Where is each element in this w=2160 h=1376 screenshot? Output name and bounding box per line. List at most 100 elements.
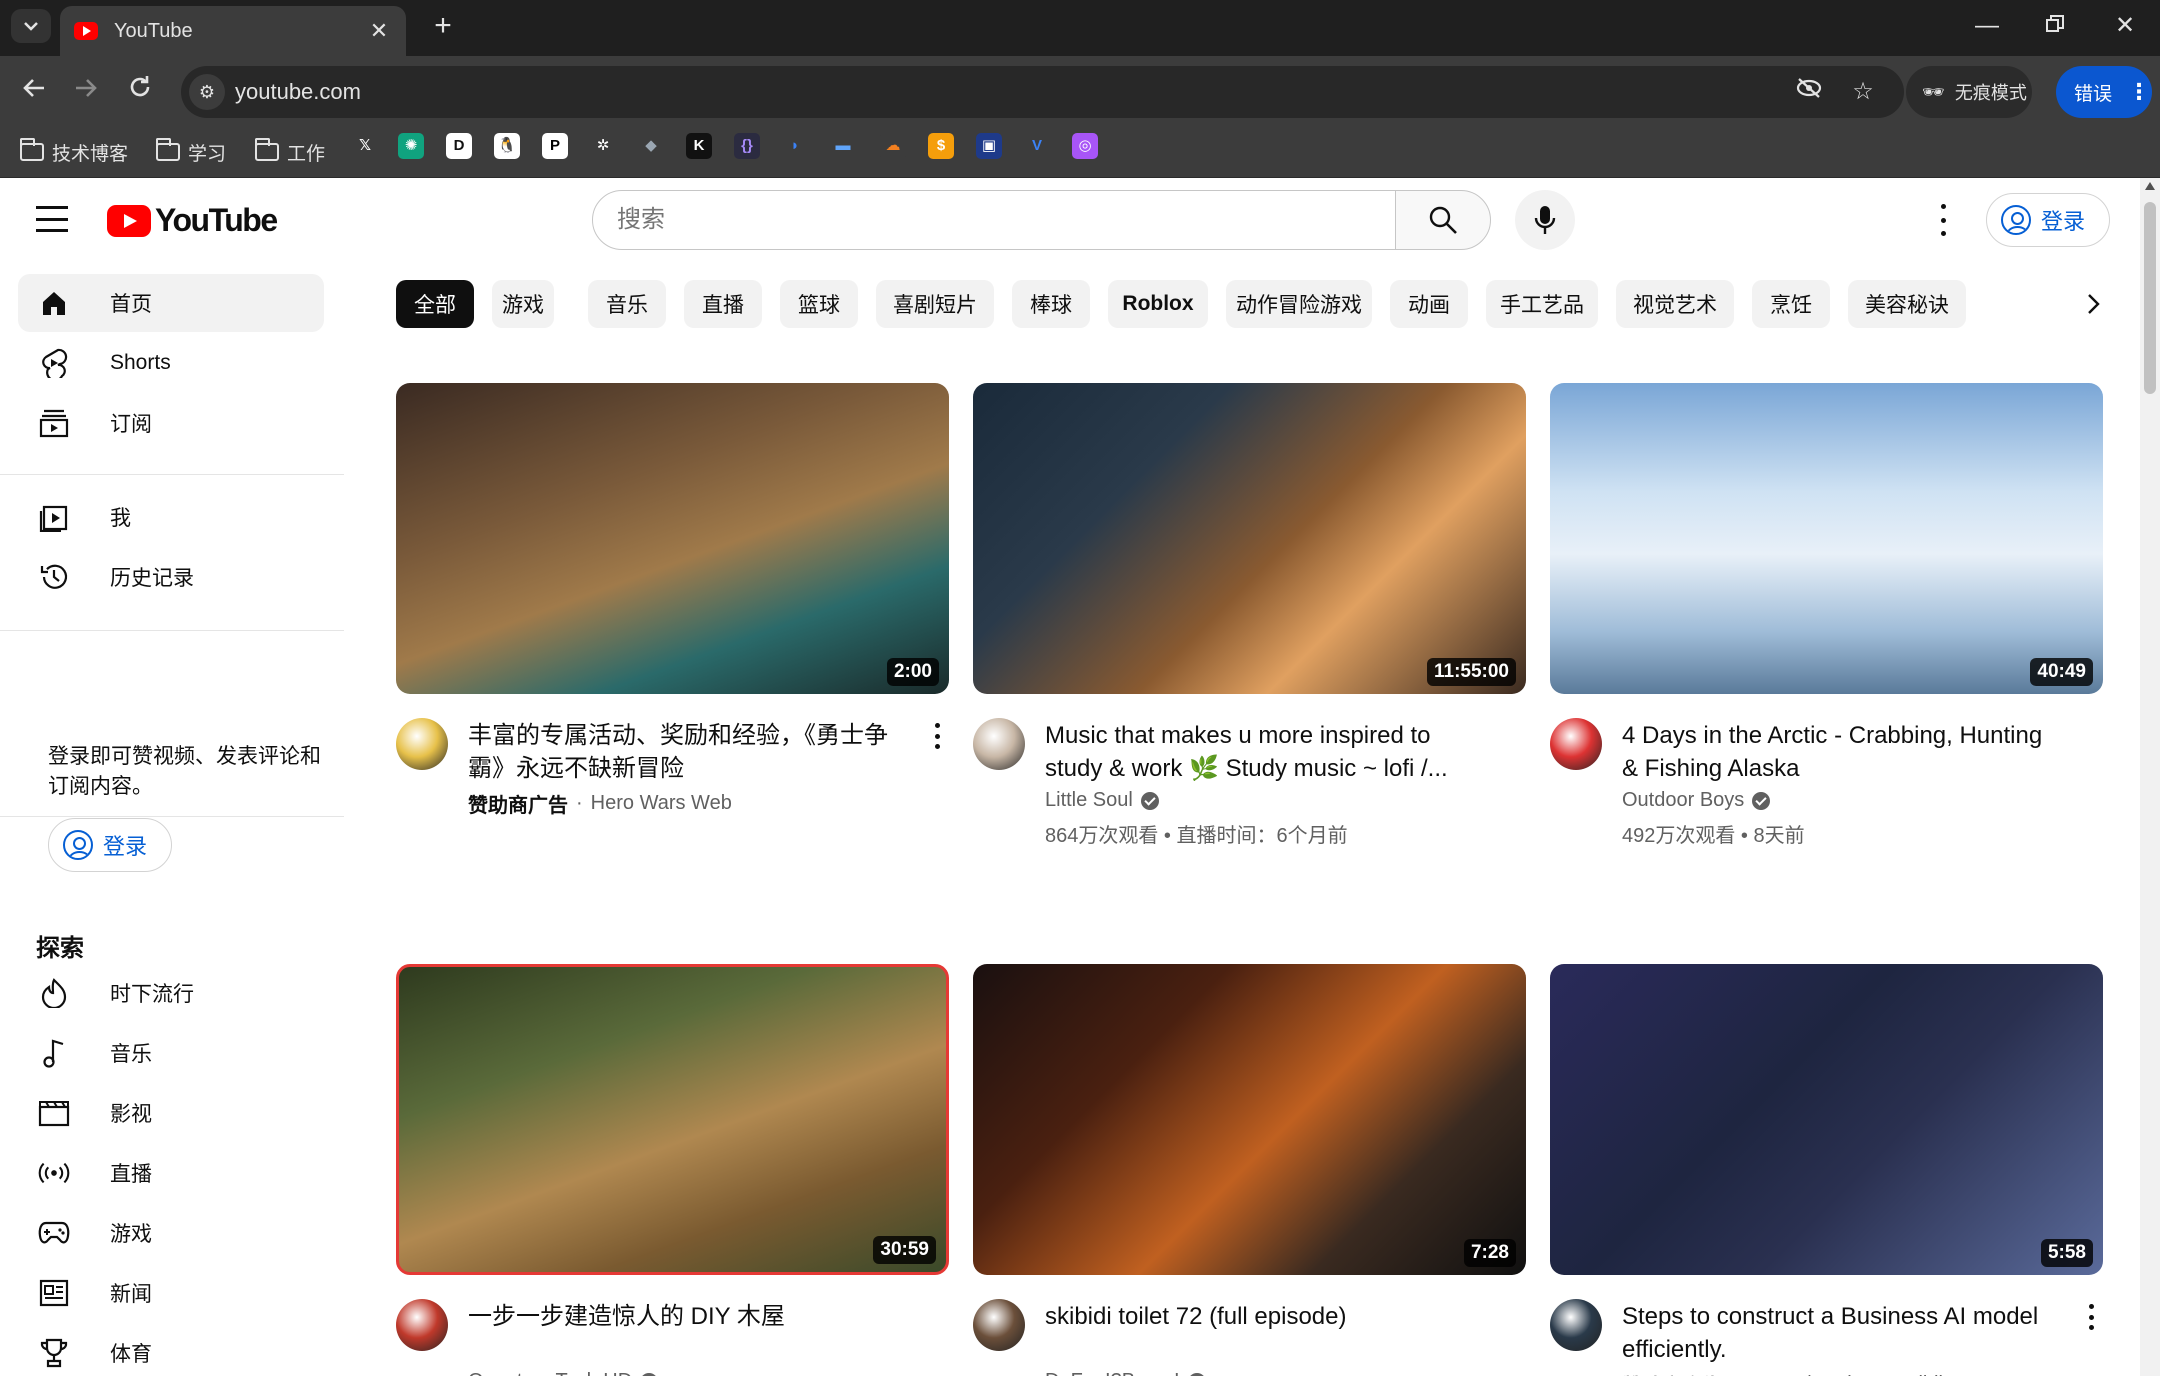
minimize-button[interactable]: — <box>1962 8 2012 44</box>
reload-button[interactable] <box>120 70 160 110</box>
channel-avatar[interactable] <box>973 718 1025 770</box>
video-title[interactable]: Steps to construct a Business AI model e… <box>1622 1300 2062 1366</box>
channel-avatar[interactable] <box>1550 718 1602 770</box>
channel-name[interactable]: Hero Wars Web <box>591 792 732 815</box>
d-blue-icon[interactable]: ◗ <box>782 133 808 159</box>
chips-next-button[interactable] <box>2072 282 2116 326</box>
chip[interactable]: Roblox <box>1108 280 1208 328</box>
video-thumbnail[interactable]: 5:58 <box>1550 964 2103 1275</box>
x-icon[interactable]: 𝕏 <box>352 133 378 159</box>
chip[interactable]: 喜剧短片 <box>876 280 994 328</box>
restore-button[interactable] <box>2030 8 2080 44</box>
p-icon[interactable]: P <box>542 133 568 159</box>
channel-name[interactable]: Outdoor Boys <box>1622 789 1744 812</box>
new-tab-button[interactable]: + <box>426 10 460 42</box>
sidebar-item-gaming[interactable]: 游戏 <box>18 1204 324 1262</box>
sun-icon[interactable]: ✲ <box>590 133 616 159</box>
search-button[interactable] <box>1395 190 1491 250</box>
video-thumbnail[interactable]: 7:28 <box>973 964 1526 1275</box>
star-icon[interactable]: ☆ <box>1847 76 1879 108</box>
search-input[interactable] <box>592 190 1396 250</box>
signin-button[interactable]: 登录 <box>1986 193 2110 247</box>
sidebar-item-trending[interactable]: 时下流行 <box>18 964 324 1022</box>
sidebar-item-shorts[interactable]: Shorts <box>18 334 324 392</box>
scroll-up-icon[interactable] <box>2145 182 2155 190</box>
eye-off-icon[interactable] <box>1793 76 1825 108</box>
youtube-logo[interactable]: YouTube <box>107 202 278 239</box>
sidebar-item-movies[interactable]: 影视 <box>18 1084 324 1142</box>
more-vert-icon[interactable] <box>2083 1304 2099 1330</box>
coin-icon[interactable]: $ <box>928 133 954 159</box>
video-thumbnail[interactable]: 30:59 <box>396 964 949 1275</box>
browser-tab[interactable]: YouTube ✕ <box>60 6 406 56</box>
cube-icon[interactable]: ◆ <box>638 133 664 159</box>
back-button[interactable] <box>14 70 54 110</box>
site-info-icon[interactable]: ⚙ <box>189 74 225 110</box>
more-vert-icon[interactable] <box>929 723 945 749</box>
voice-search-button[interactable] <box>1515 190 1575 250</box>
scroll-thumb[interactable] <box>2144 202 2156 394</box>
purple-circle-icon[interactable]: ◎ <box>1072 133 1098 159</box>
video-title[interactable]: skibidi toilet 72 (full episode) <box>1045 1300 1485 1333</box>
chip[interactable]: 烹饪 <box>1752 280 1830 328</box>
incognito-badge[interactable]: 🕶 无痕模式 <box>1906 66 2032 118</box>
chip[interactable]: 音乐 <box>588 280 666 328</box>
video-thumbnail[interactable]: 2:00 <box>396 383 949 694</box>
doc-icon[interactable]: ▣ <box>976 133 1002 159</box>
bookmark-folder-work[interactable]: 工作 <box>255 136 325 168</box>
linux-icon[interactable]: 🐧 <box>494 133 520 159</box>
tab-search-button[interactable] <box>11 9 51 43</box>
video-title[interactable]: 丰富的专属活动、奖励和经验，《勇士争霸》永远不缺新冒险 <box>468 719 908 785</box>
sidebar-signin-button[interactable]: 登录 <box>48 818 172 872</box>
channel-avatar[interactable] <box>1550 1299 1602 1351</box>
video-title[interactable]: Music that makes u more inspired to stud… <box>1045 719 1485 785</box>
sidebar-item-subscriptions[interactable]: 订阅 <box>18 394 324 452</box>
channel-name[interactable]: Little Soul <box>1045 789 1133 812</box>
close-window-button[interactable]: ✕ <box>2100 8 2150 44</box>
channel-avatar[interactable] <box>396 1299 448 1351</box>
chip[interactable]: 直播 <box>684 280 762 328</box>
video-thumbnail[interactable]: 11:55:00 <box>973 383 1526 694</box>
sidebar-item-you[interactable]: 我 <box>18 488 324 546</box>
sidebar-item-history[interactable]: 历史记录 <box>18 548 324 606</box>
chip[interactable]: 全部 <box>396 280 474 328</box>
chip[interactable]: 动画 <box>1390 280 1468 328</box>
d-icon[interactable]: D <box>446 133 472 159</box>
chip[interactable]: 美容秘诀 <box>1848 280 1966 328</box>
cloudflare-icon[interactable]: ☁ <box>880 133 906 159</box>
v-icon[interactable]: V <box>1024 133 1050 159</box>
channel-name[interactable]: DaFuq!?Boom! <box>1045 1370 1180 1376</box>
sidebar-item-news[interactable]: 新闻 <box>18 1264 324 1322</box>
sidebar-item-sports[interactable]: 体育 <box>18 1324 324 1376</box>
settings-menu-icon[interactable] <box>1931 204 1955 236</box>
chip[interactable]: 游戏 <box>492 280 554 328</box>
close-tab-icon[interactable]: ✕ <box>366 18 392 44</box>
page-scrollbar[interactable] <box>2140 178 2160 1376</box>
chip[interactable]: 视觉艺术 <box>1616 280 1734 328</box>
address-bar[interactable]: ⚙ youtube.com ☆ <box>181 66 1904 118</box>
k-icon[interactable]: K <box>686 133 712 159</box>
openai-icon[interactable]: ✺ <box>398 133 424 159</box>
channel-name[interactable]: Quantum Tech HD <box>468 1370 632 1376</box>
bookmark-folder-study[interactable]: 学习 <box>156 136 226 168</box>
chip[interactable]: 篮球 <box>780 280 858 328</box>
code-icon[interactable]: {} <box>734 133 760 159</box>
video-thumbnail[interactable]: 40:49 <box>1550 383 2103 694</box>
video-title[interactable]: 4 Days in the Arctic - Crabbing, Hunting… <box>1622 719 2062 785</box>
chip[interactable]: 棒球 <box>1012 280 1090 328</box>
forward-button[interactable] <box>66 70 106 110</box>
chip[interactable]: 手工艺品 <box>1486 280 1598 328</box>
chip[interactable]: 动作冒险游戏 <box>1226 280 1372 328</box>
sidebar-divider <box>0 630 344 631</box>
ruler-icon[interactable]: ▬ <box>830 133 856 159</box>
channel-avatar[interactable] <box>396 718 448 770</box>
sidebar-item-home[interactable]: 首页 <box>18 274 324 332</box>
menu-icon[interactable] <box>36 206 68 232</box>
bookmark-folder-tech-blog[interactable]: 技术博客 <box>20 136 128 168</box>
sidebar-item-live[interactable]: 直播 <box>18 1144 324 1202</box>
channel-avatar[interactable] <box>973 1299 1025 1351</box>
sidebar-item-music[interactable]: 音乐 <box>18 1024 324 1082</box>
error-button[interactable]: 错误 ⋮ <box>2056 66 2152 118</box>
url-text[interactable]: youtube.com <box>235 79 361 105</box>
video-title[interactable]: 一步一步建造惊人的 DIY 木屋 <box>468 1300 908 1333</box>
